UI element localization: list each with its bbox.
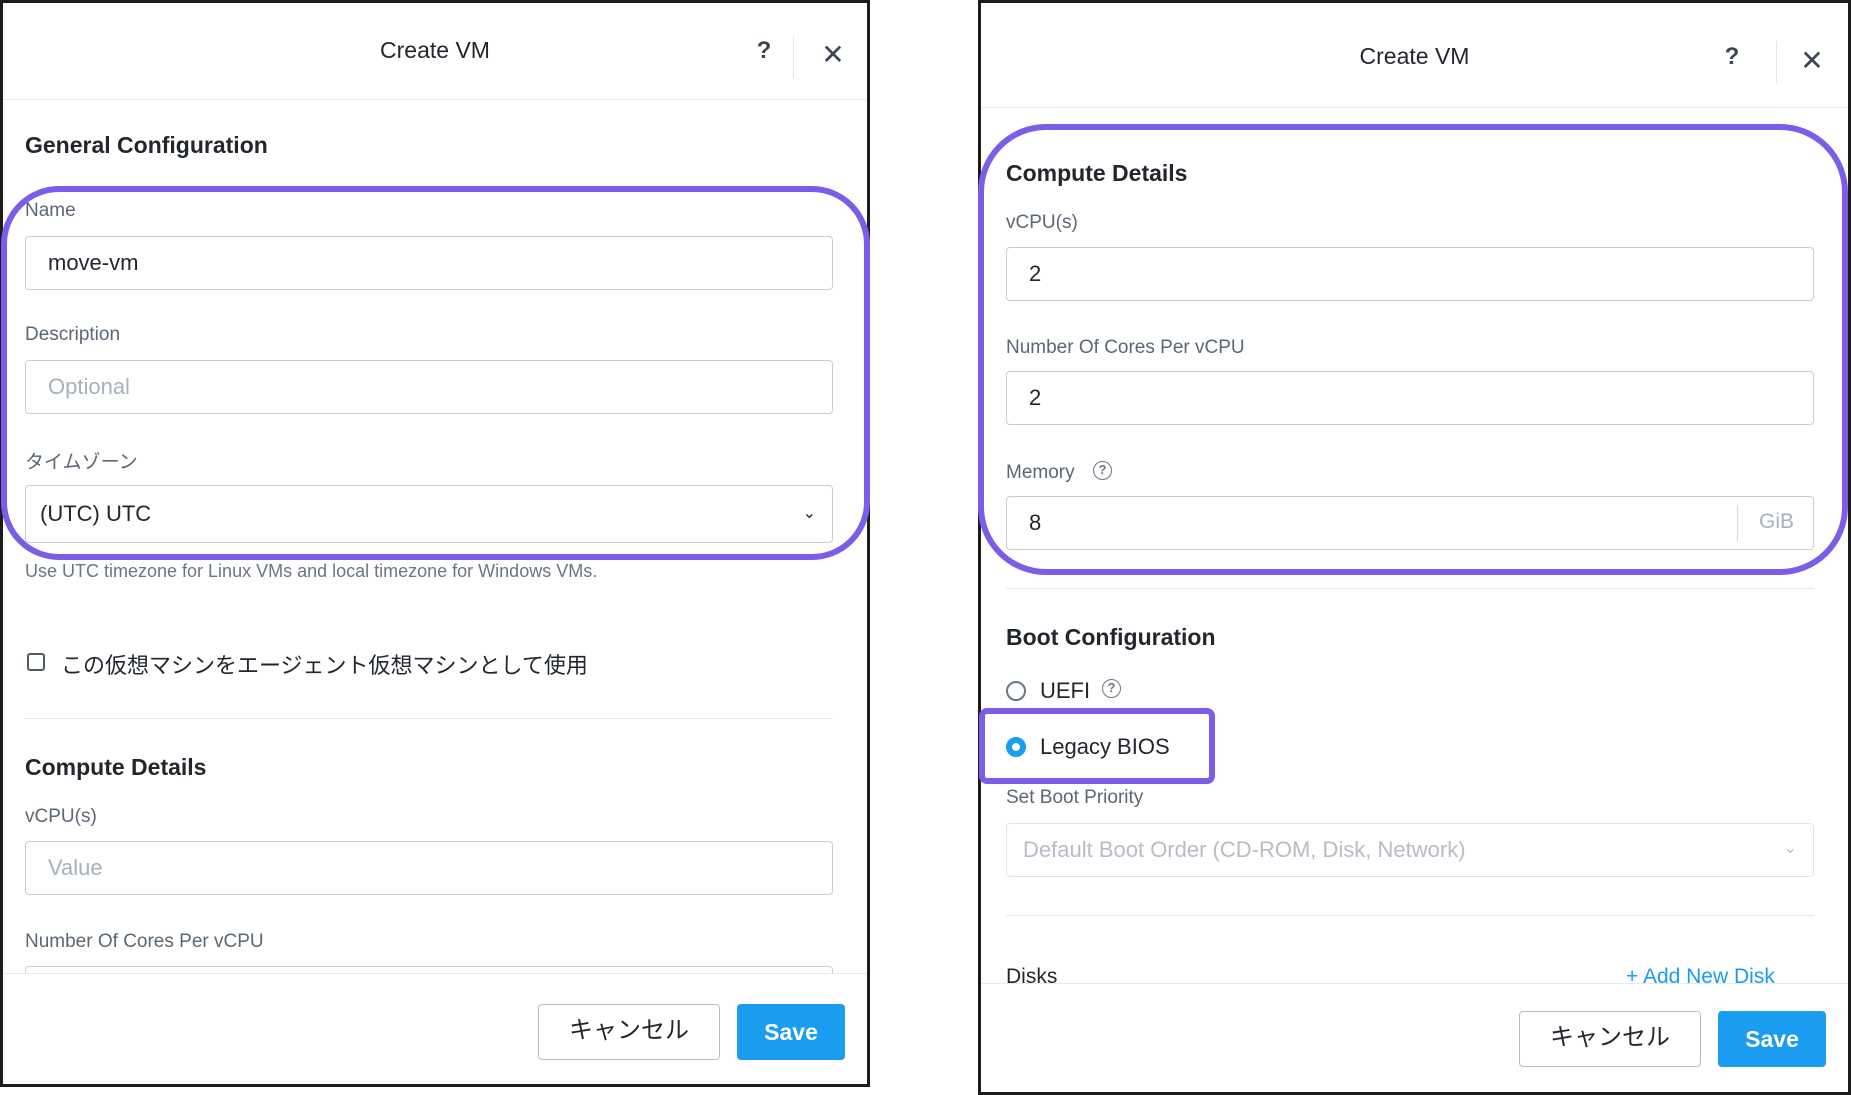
cores-per-vcpu-value: 2 <box>1029 385 1042 410</box>
memory-input[interactable]: 8 GiB <box>1006 496 1814 550</box>
memory-unit: GiB <box>1759 510 1795 533</box>
vcpu-input[interactable]: Value <box>25 841 833 895</box>
description-placeholder: Optional <box>48 374 130 399</box>
legacy-bios-radio[interactable] <box>1006 737 1026 757</box>
info-circle-icon[interactable]: ? <box>1102 679 1121 698</box>
vcpu-label: vCPU(s) <box>25 806 97 827</box>
timezone-helper-text: Use UTC timezone for Linux VMs and local… <box>25 561 598 581</box>
general-configuration-title: General Configuration <box>25 132 268 158</box>
cancel-button[interactable]: キャンセル <box>1519 1011 1701 1067</box>
header-divider <box>793 36 794 78</box>
vcpu-value: 2 <box>1029 261 1042 286</box>
cores-per-vcpu-label: Number Of Cores Per vCPU <box>25 931 264 952</box>
cores-per-vcpu-input[interactable]: 2 <box>1006 371 1814 425</box>
chevron-down-icon: ⌄ <box>802 505 816 522</box>
legacy-bios-label: Legacy BIOS <box>1040 734 1170 759</box>
dialog-footer: キャンセル Save <box>981 983 1848 1092</box>
help-icon[interactable]: ? <box>1714 39 1750 75</box>
help-icon[interactable]: ? <box>746 33 782 69</box>
boot-configuration-title: Boot Configuration <box>1006 624 1216 650</box>
boot-priority-select[interactable]: Default Boot Order (CD-ROM, Disk, Networ… <box>1006 823 1814 877</box>
create-vm-dialog-left: Create VM ? ✕ General Configuration Name… <box>0 0 870 1087</box>
agent-vm-label: この仮想マシンをエージェント仮想マシンとして使用 <box>61 653 588 678</box>
vcpu-placeholder: Value <box>48 855 103 880</box>
dialog-title: Create VM <box>380 37 490 63</box>
boot-priority-value: Default Boot Order (CD-ROM, Disk, Networ… <box>1023 837 1466 862</box>
save-button[interactable]: Save <box>737 1004 845 1060</box>
close-icon[interactable]: ✕ <box>815 37 851 73</box>
compute-details-title: Compute Details <box>1006 160 1188 186</box>
name-input[interactable]: move-vm <box>25 236 833 290</box>
info-circle-icon[interactable]: ? <box>1093 461 1112 480</box>
save-button[interactable]: Save <box>1718 1011 1826 1067</box>
dialog-header: Create VM ? ✕ <box>3 3 867 100</box>
description-input[interactable]: Optional <box>25 360 833 414</box>
compute-details-title: Compute Details <box>25 754 207 780</box>
uefi-radio[interactable] <box>1006 681 1026 701</box>
chevron-down-icon: ⌄ <box>1783 840 1797 857</box>
header-divider <box>1776 41 1777 83</box>
boot-priority-label: Set Boot Priority <box>1006 787 1144 808</box>
description-label: Description <box>25 324 121 345</box>
name-label: Name <box>25 200 76 221</box>
unit-divider <box>1737 505 1738 541</box>
timezone-value: (UTC) UTC <box>40 501 152 526</box>
section-divider <box>1006 915 1814 916</box>
timezone-label: タイムゾーン <box>25 452 138 473</box>
name-value: move-vm <box>48 250 139 275</box>
create-vm-dialog-right: Create VM ? ✕ Compute Details vCPU(s) 2 … <box>978 0 1851 1095</box>
section-divider <box>1006 588 1814 589</box>
section-divider <box>25 718 833 719</box>
memory-value: 8 <box>1029 510 1042 535</box>
cancel-button[interactable]: キャンセル <box>538 1004 720 1060</box>
vcpu-input[interactable]: 2 <box>1006 247 1814 301</box>
close-icon[interactable]: ✕ <box>1794 43 1830 79</box>
vcpu-label: vCPU(s) <box>1006 212 1078 233</box>
cores-per-vcpu-label: Number Of Cores Per vCPU <box>1006 337 1245 358</box>
uefi-label: UEFI <box>1040 678 1091 703</box>
agent-vm-checkbox[interactable] <box>27 653 45 671</box>
add-new-disk-link[interactable]: + Add New Disk <box>1626 965 1806 985</box>
memory-label: Memory <box>1006 462 1075 483</box>
disks-title: Disks <box>1006 965 1058 985</box>
dialog-header: Create VM ? ✕ <box>981 3 1848 108</box>
timezone-select[interactable]: (UTC) UTC ⌄ <box>25 485 833 543</box>
dialog-footer: キャンセル Save <box>3 973 867 1084</box>
